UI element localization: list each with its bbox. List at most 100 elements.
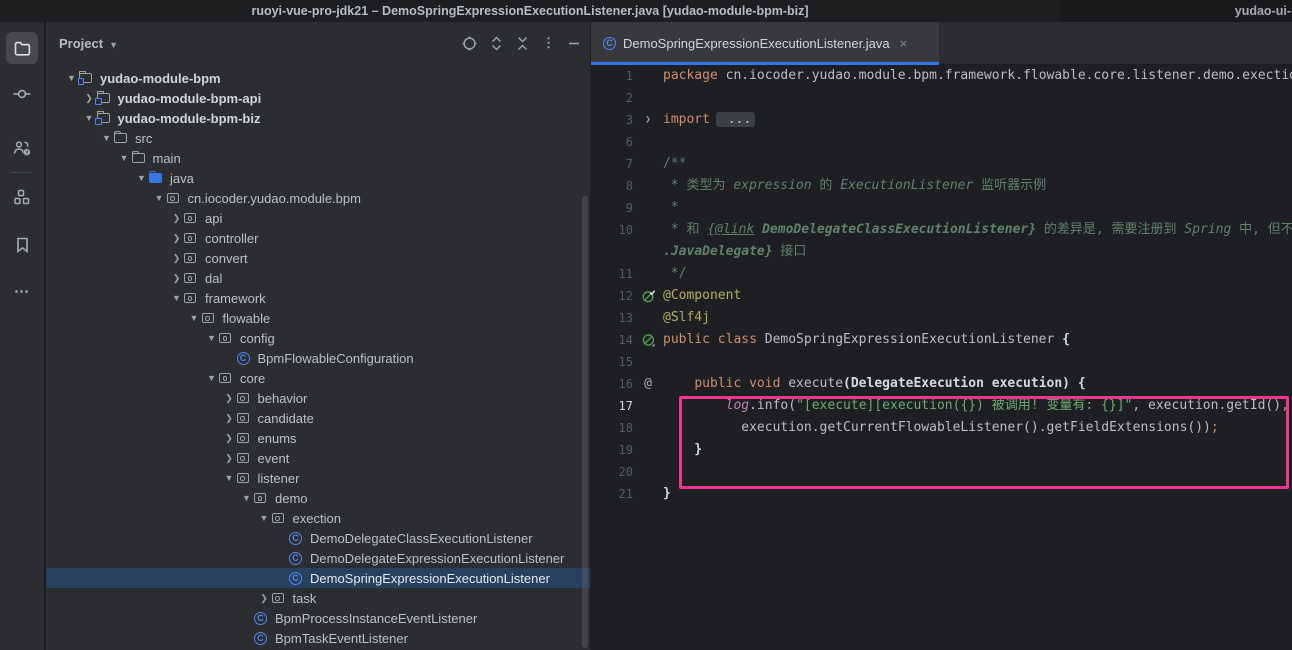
tree-item-demodelegateclassexecutionlistener[interactable]: CDemoDelegateClassExecutionListener [46,528,590,548]
code-line-16[interactable]: 16@ public void execute(DelegateExecutio… [591,373,1292,395]
chevron-right-icon[interactable]: ❯ [222,413,237,424]
hide-panel-button hide-icon[interactable] [568,36,580,51]
spring-bean-icon [642,334,655,347]
code-line-8[interactable]: 8 * 类型为 expression 的 ExecutionListener 监… [591,175,1292,197]
more-tool-windows-button ellipsis-icon[interactable]: ⋯ [6,275,38,307]
chevron-right-icon[interactable]: ❯ [222,433,237,444]
code-line-21[interactable]: 21} [591,483,1292,505]
code-line-20[interactable]: 20 [591,461,1292,483]
code-line-11[interactable]: 11 */ [591,263,1292,285]
tree-item-convert[interactable]: ❯convert [46,248,590,268]
class-icon: C [603,37,616,50]
project-tool-button folder-icon[interactable] [6,32,38,64]
chevron-down-icon[interactable]: ▼ [222,473,237,483]
chevron-down-icon[interactable]: ▼ [134,173,149,183]
expand-button expand-icon[interactable] [490,36,503,51]
tree-item-yudao-module-bpm-biz[interactable]: ▼yudao-module-bpm-biz [46,108,590,128]
chevron-down-icon[interactable]: ▼ [204,333,219,343]
chevron-down-icon[interactable]: ▼ [99,133,114,143]
chevron-right-icon[interactable]: ❯ [169,253,184,264]
tab-demo-spring-expression-execution-listener[interactable]: C DemoSpringExpressionExecutionListener.… [591,22,939,65]
tree-item-task[interactable]: ❯task [46,588,590,608]
chevron-right-icon[interactable]: ❯ [169,213,184,224]
chevron-right-icon[interactable]: ❯ [257,593,272,604]
tree-item-core[interactable]: ▼core [46,368,590,388]
chevron-down-icon[interactable]: ▼ [152,193,167,203]
commit-tool-button commit-icon[interactable] [6,78,38,110]
tree-item-bpmprocessinstanceeventlistener[interactable]: CBpmProcessInstanceEventListener [46,608,590,628]
tree-item-api[interactable]: ❯api [46,208,590,228]
project-panel-title[interactable]: Project▼ [59,36,118,51]
code-line-17[interactable]: 17 log.info("[execute][execution({}) 被调用… [591,395,1292,417]
tab-close-icon[interactable]: × [900,36,908,51]
tree-item-demospringexpressionexecutionlistener[interactable]: CDemoSpringExpressionExecutionListener [46,568,590,588]
tree-item-listener[interactable]: ▼listener [46,468,590,488]
tree-item-event[interactable]: ❯event [46,448,590,468]
code-line-2[interactable]: 2 [591,87,1292,109]
tab-label: DemoSpringExpressionExecutionListener.ja… [623,36,890,51]
code-line-7[interactable]: 7/** [591,153,1292,175]
tree-item-demo[interactable]: ▼demo [46,488,590,508]
chevron-down-icon[interactable]: ▼ [257,513,272,523]
collapse-all-button collapse-all-icon[interactable] [516,36,529,51]
project-tree-scrollbar[interactable] [582,196,588,648]
chevron-right-icon[interactable]: ❯ [222,393,237,404]
code-line-14[interactable]: 14public class DemoSpringExpressionExecu… [591,329,1292,351]
fold-arrow-icon[interactable]: ❯ [645,109,650,131]
tree-item-label: behavior [254,391,308,406]
tree-item-dal[interactable]: ❯dal [46,268,590,288]
tree-item-label: exection [289,511,341,526]
tree-item-config[interactable]: ▼config [46,328,590,348]
code-line-12[interactable]: 12@Component [591,285,1292,307]
background-window-title[interactable]: yudao-ui- [1060,0,1292,22]
panel-options-button kebab-menu-icon[interactable]: ⋮ [542,35,555,51]
chevron-down-icon[interactable]: ▼ [187,313,202,323]
code-line-wrap[interactable]: .JavaDelegate} 接口 [591,241,1292,263]
annotation-gutter-icon[interactable]: @ [644,373,652,395]
spring-bean-checked-icon [642,290,655,303]
tree-item-label: DemoDelegateExpressionExecutionListener [306,551,564,566]
tree-item-exection[interactable]: ▼ exection [46,508,590,528]
chevron-down-icon: ▼ [109,40,118,50]
structure-tool-button structure-icon[interactable] [6,181,38,213]
code-line-3[interactable]: 3❯import ... [591,109,1292,131]
tree-item-demodelegateexpressionexecutionlistener[interactable]: CDemoDelegateExpressionExecutionListener [46,548,590,568]
tree-item-bpmtaskeventlistener[interactable]: CBpmTaskEventListener [46,628,590,648]
code-line-9[interactable]: 9 * [591,197,1292,219]
chevron-down-icon[interactable]: ▼ [169,293,184,303]
tree-item-main[interactable]: ▼main [46,148,590,168]
tree-item-flowable[interactable]: ▼flowable [46,308,590,328]
line-number: 17 [591,395,633,417]
tree-item-cn-iocoder-yudao-module-bpm[interactable]: ▼cn.iocoder.yudao.module.bpm [46,188,590,208]
code-editor[interactable]: 1package cn.iocoder.yudao.module.bpm.fra… [591,65,1292,650]
chevron-down-icon[interactable]: ▼ [64,73,79,83]
code-line-1[interactable]: 1package cn.iocoder.yudao.module.bpm.fra… [591,65,1292,87]
tree-item-controller[interactable]: ❯controller [46,228,590,248]
project-panel-header: Project▼ ⋮ [46,22,590,66]
chevron-down-icon[interactable]: ▼ [204,373,219,383]
chevron-down-icon[interactable]: ▼ [239,493,254,503]
tree-item-framework[interactable]: ▼framework [46,288,590,308]
code-line-10[interactable]: 10 * 和 {@link DemoDelegateClassExecution… [591,219,1292,241]
code-line-15[interactable]: 15 [591,351,1292,373]
locate-file-button locate-icon[interactable] [462,36,477,51]
pull-requests-tool-button people-question-icon[interactable]: ? [6,132,38,164]
tree-item-java[interactable]: ▼java [46,168,590,188]
chevron-right-icon[interactable]: ❯ [222,453,237,464]
tree-item-src[interactable]: ▼src [46,128,590,148]
tree-item-candidate[interactable]: ❯candidate [46,408,590,428]
chevron-right-icon[interactable]: ❯ [169,273,184,284]
tree-item-bpmflowableconfiguration[interactable]: CBpmFlowableConfiguration [46,348,590,368]
chevron-down-icon[interactable]: ▼ [117,153,132,163]
code-line-18[interactable]: 18 execution.getCurrentFlowableListener(… [591,417,1292,439]
bookmarks-tool-button bookmark-icon[interactable] [6,229,38,261]
tree-item-yudao-module-bpm-api[interactable]: ❯yudao-module-bpm-api [46,88,590,108]
chevron-right-icon[interactable]: ❯ [169,233,184,244]
code-line-13[interactable]: 13@Slf4j [591,307,1292,329]
code-line-6[interactable]: 6 [591,131,1292,153]
tree-item-enums[interactable]: ❯enums [46,428,590,448]
code-line-19[interactable]: 19 } [591,439,1292,461]
package-icon [237,433,249,443]
tree-item-yudao-module-bpm[interactable]: ▼yudao-module-bpm [46,68,590,88]
tree-item-behavior[interactable]: ❯ behavior [46,388,590,408]
